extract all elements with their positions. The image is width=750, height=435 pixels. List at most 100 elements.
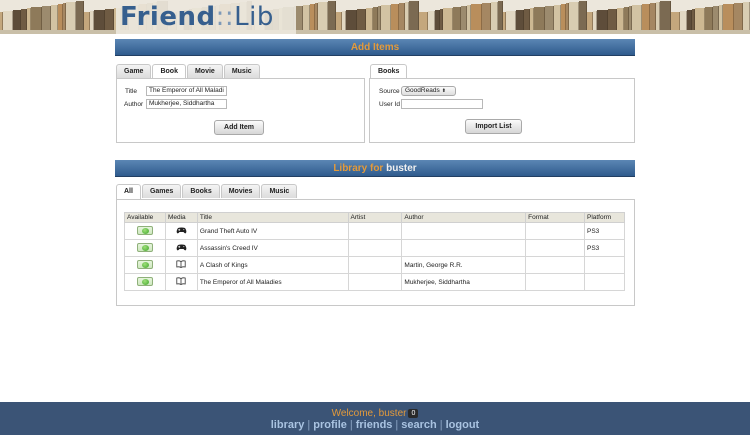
import-tabs: Books	[370, 64, 408, 79]
notification-badge[interactable]: 0	[408, 408, 419, 418]
title-cell: Grand Theft Auto IV	[196, 222, 349, 240]
tab-movie[interactable]: Movie	[186, 64, 223, 78]
format-cell	[525, 239, 585, 257]
table-row[interactable]: The Emperor of All Maladies Mukherjee, Si…	[124, 273, 626, 291]
shelf-book	[482, 3, 492, 30]
logo-text-sep: ::	[215, 2, 235, 32]
format-cell	[525, 256, 585, 274]
artist-cell	[347, 256, 403, 274]
shelf-book	[356, 9, 366, 30]
shelf-book	[516, 10, 525, 30]
shelf-book	[453, 7, 462, 30]
shelf-book	[12, 10, 21, 30]
available-indicator[interactable]	[136, 259, 153, 269]
available-indicator[interactable]	[136, 276, 153, 286]
col-artist[interactable]: Artist	[347, 212, 403, 223]
shelf-book	[695, 8, 706, 30]
library-title-prefix: Library for	[333, 163, 384, 174]
table-row[interactable]: Grand Theft Auto IV PS3	[124, 222, 626, 240]
available-indicator[interactable]	[136, 225, 153, 235]
shelf-book	[50, 5, 58, 30]
media-cell	[164, 256, 198, 274]
artist-cell	[347, 239, 403, 257]
table-row[interactable]: A Clash of Kings Martin, George R.R.	[124, 256, 626, 274]
footer-link-logout[interactable]: logout	[446, 419, 480, 431]
available-cell	[124, 239, 166, 257]
shelf-book	[723, 4, 735, 30]
format-cell	[525, 273, 585, 291]
title-label: Title	[125, 88, 138, 95]
footer-link-library[interactable]: library	[271, 419, 305, 431]
title-input[interactable]: The Emperor of All Maladi	[146, 86, 227, 96]
source-label: Source	[379, 88, 400, 95]
tab-music[interactable]: Music	[223, 64, 260, 78]
shelf-book	[380, 5, 391, 30]
tab-book[interactable]: Book	[152, 64, 186, 79]
shelf-book	[491, 2, 499, 30]
shelf-book	[41, 6, 51, 30]
tab-all[interactable]: All	[116, 184, 141, 199]
col-available[interactable]: Available	[124, 212, 166, 223]
page: Friend::Lib Add Items Game Book Movie Mu…	[0, 0, 750, 435]
shelf-book	[104, 9, 114, 30]
footer-link-profile[interactable]: profile	[313, 419, 347, 431]
logo-text-friend: Friend	[120, 2, 216, 32]
shelf-book	[608, 9, 618, 30]
welcome-message: Welcome, buster 0	[0, 408, 750, 419]
shelf-book	[534, 7, 546, 30]
userid-input[interactable]	[401, 99, 483, 109]
tab-music-library[interactable]: Music	[261, 184, 298, 198]
author-input[interactable]: Mukherjee, Siddhartha	[146, 99, 227, 109]
source-select[interactable]: GoodReads ⬍	[401, 86, 456, 96]
tab-books[interactable]: Books	[182, 184, 220, 198]
shelf-book	[554, 5, 562, 30]
site-logo[interactable]: Friend::Lib	[120, 2, 274, 32]
tab-movies[interactable]: Movies	[220, 184, 261, 198]
author-cell	[401, 239, 527, 257]
title-cell: The Emperor of All Maladies	[196, 273, 349, 291]
gamepad-icon	[176, 227, 187, 236]
logo-text-lib: Lib	[234, 2, 274, 32]
col-author[interactable]: Author	[401, 212, 527, 223]
add-item-button[interactable]: Add Item	[214, 120, 264, 135]
col-media[interactable]: Media	[164, 212, 198, 223]
header-banner: Friend::Lib	[0, 0, 750, 34]
media-cell	[164, 222, 198, 240]
book-icon	[176, 277, 187, 287]
select-arrows-icon: ⬍	[441, 88, 446, 94]
footer-link-friends[interactable]: friends	[356, 419, 393, 431]
author-label: Author	[124, 101, 144, 108]
shelf-book	[660, 1, 672, 30]
tab-books-import[interactable]: Books	[370, 64, 408, 79]
tab-games[interactable]: Games	[141, 184, 182, 198]
shelf-book	[443, 8, 454, 30]
shelf-book	[365, 8, 373, 30]
footer-nav: library | profile | friends | search | logout	[0, 419, 750, 431]
shelf-book	[408, 1, 420, 30]
col-format[interactable]: Format	[525, 212, 585, 223]
shelf-book	[642, 4, 651, 30]
platform-cell	[583, 273, 626, 291]
shelf-book	[734, 3, 744, 30]
available-indicator[interactable]	[136, 242, 153, 252]
col-platform[interactable]: Platform	[583, 212, 626, 223]
tab-game[interactable]: Game	[116, 64, 152, 78]
library-tabs: All Games Books Movies Music	[116, 184, 298, 199]
shelf-book	[632, 5, 643, 30]
footer-link-search[interactable]: search	[401, 419, 436, 431]
col-title[interactable]: Title	[196, 212, 349, 223]
import-list-button[interactable]: Import List	[465, 119, 522, 134]
available-cell	[124, 256, 166, 274]
library-header: Library for buster	[115, 160, 635, 177]
format-cell	[525, 222, 585, 240]
divider: |	[439, 419, 443, 431]
source-select-value: GoodReads	[405, 87, 440, 94]
shelf-book	[545, 6, 555, 30]
available-icon	[141, 261, 149, 268]
table-row[interactable]: Assassin's Creed IV PS3	[124, 239, 626, 257]
available-icon	[141, 278, 149, 285]
divider: |	[349, 419, 353, 431]
media-cell	[164, 273, 198, 291]
artist-cell	[347, 222, 403, 240]
available-cell	[124, 273, 166, 291]
